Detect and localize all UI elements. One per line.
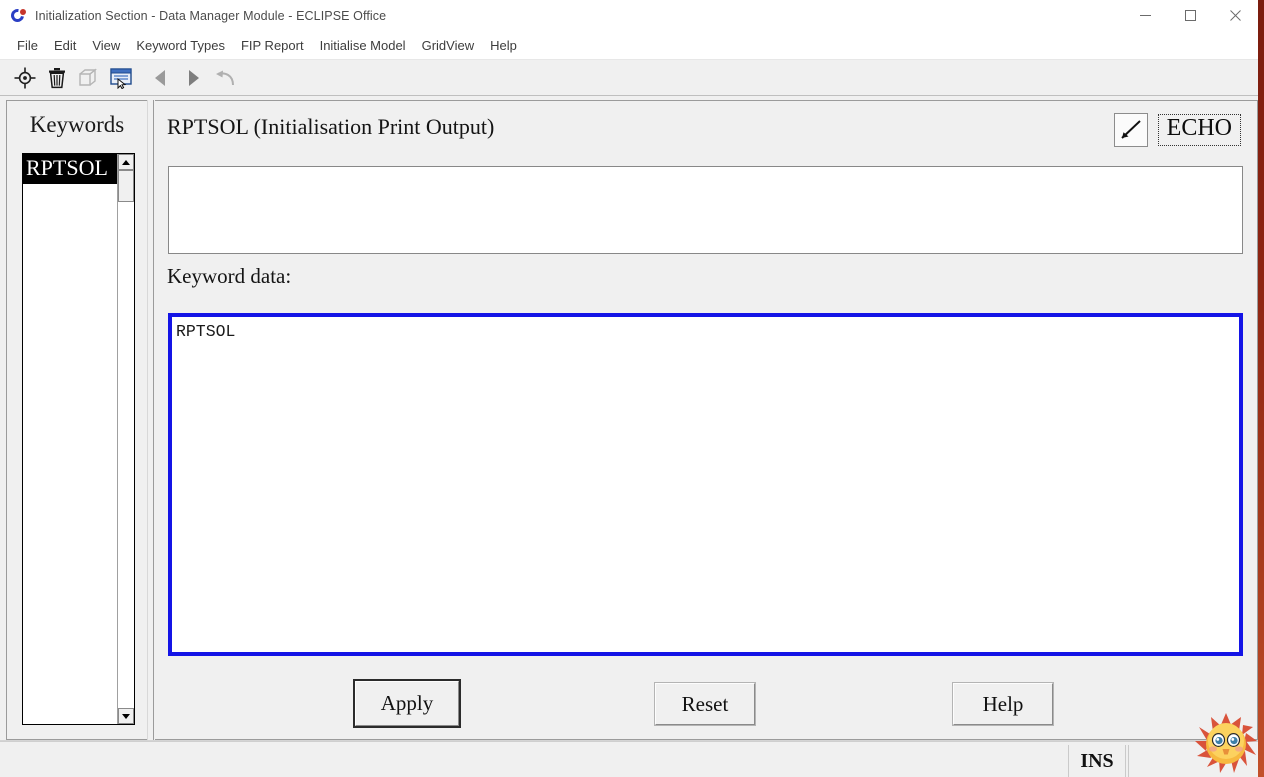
keywords-list-empty-area[interactable] — [23, 183, 117, 724]
window-title: Initialization Section - Data Manager Mo… — [35, 8, 387, 23]
status-bar: INS — [0, 741, 1258, 777]
keywords-scrollbar[interactable] — [117, 154, 134, 724]
menu-item-fip-report[interactable]: FIP Report — [233, 35, 312, 56]
button-row: Apply Reset Help — [155, 676, 1258, 731]
box-3d-icon — [74, 64, 104, 92]
menu-item-edit[interactable]: Edit — [46, 35, 84, 56]
menu-item-view[interactable]: View — [84, 35, 128, 56]
scroll-up-arrow-icon[interactable] — [118, 154, 134, 170]
keyword-data-value[interactable]: RPTSOL — [172, 317, 1239, 341]
menu-bar: File Edit View Keyword Types FIP Report … — [0, 31, 1258, 60]
description-input[interactable] — [168, 166, 1243, 254]
keywords-list[interactable]: RPTSOL — [23, 154, 117, 724]
keywords-panel: Keywords RPTSOL — [6, 100, 147, 740]
window-preview-icon[interactable] — [106, 64, 136, 92]
help-button[interactable]: Help — [953, 683, 1053, 725]
back-triangle-icon[interactable] — [146, 64, 176, 92]
scrollbar-thumb[interactable] — [118, 170, 134, 202]
checkmark-icon — [1120, 120, 1141, 139]
echo-checkbox[interactable] — [1113, 113, 1148, 147]
minimize-icon[interactable] — [1123, 0, 1168, 31]
panel-splitter[interactable] — [147, 100, 154, 740]
title-bar: Initialization Section - Data Manager Mo… — [0, 0, 1258, 31]
status-right-segment — [1128, 745, 1252, 777]
page-title: RPTSOL (Initialisation Print Output) — [167, 114, 495, 139]
keyword-editor-panel: RPTSOL (Initialisation Print Output) ECH… — [155, 100, 1258, 740]
toolbar — [0, 60, 1258, 96]
menu-item-initialise-model[interactable]: Initialise Model — [312, 35, 414, 56]
trash-delete-icon[interactable] — [42, 64, 72, 92]
application-window: Initialization Section - Data Manager Mo… — [0, 0, 1264, 777]
keywords-listbox[interactable]: RPTSOL — [22, 153, 135, 725]
apply-button[interactable]: Apply — [355, 681, 459, 726]
undo-arrow-icon — [210, 64, 240, 92]
status-insert-mode: INS — [1068, 745, 1126, 777]
target-crosshair-icon[interactable] — [10, 64, 40, 92]
echo-label[interactable]: ECHO — [1157, 114, 1241, 146]
scrollbar-track[interactable] — [118, 202, 134, 708]
keywords-panel-title: Keywords — [29, 112, 125, 137]
list-item-rptsol[interactable]: RPTSOL — [23, 154, 117, 183]
keyword-data-label: Keyword data: — [167, 264, 292, 288]
reset-button[interactable]: Reset — [655, 683, 755, 725]
menu-item-gridview[interactable]: GridView — [414, 35, 483, 56]
menu-item-help[interactable]: Help — [482, 35, 525, 56]
echo-group: ECHO — [1113, 113, 1241, 147]
toolbar-separator — [138, 64, 144, 92]
window-frame-accent — [1258, 0, 1264, 777]
scroll-down-arrow-icon[interactable] — [118, 708, 134, 724]
eclipse-office-logo-icon — [8, 5, 27, 25]
menu-item-keyword-types[interactable]: Keyword Types — [128, 35, 233, 56]
close-icon[interactable] — [1213, 0, 1258, 31]
forward-triangle-icon[interactable] — [178, 64, 208, 92]
maximize-icon[interactable] — [1168, 0, 1213, 31]
window-controls — [1123, 0, 1258, 31]
menu-item-file[interactable]: File — [9, 35, 46, 56]
keyword-data-textarea[interactable]: RPTSOL — [168, 313, 1243, 656]
